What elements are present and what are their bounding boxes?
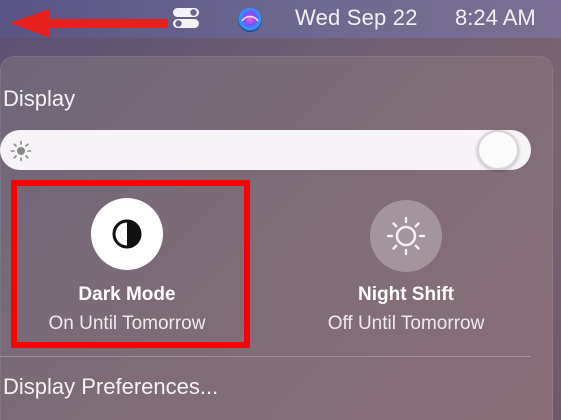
dark-mode-icon: [112, 219, 142, 249]
sun-icon: [10, 140, 32, 162]
menubar-time[interactable]: 8:24 AM: [455, 5, 536, 31]
dark-mode-toggle[interactable]: [91, 198, 163, 270]
brightness-slider-knob[interactable]: [477, 130, 519, 170]
dark-mode-title: Dark Mode: [78, 284, 176, 305]
night-shift-title: Night Shift: [357, 284, 455, 305]
night-shift-toggle[interactable]: [370, 200, 442, 272]
dark-mode-subtitle: On Until Tomorrow: [48, 313, 206, 334]
night-shift-icon: [386, 216, 426, 256]
divider: [0, 356, 531, 357]
display-preferences-link[interactable]: Display Preferences...: [3, 374, 218, 400]
night-shift-subtitle: Off Until Tomorrow: [327, 313, 485, 334]
brightness-slider[interactable]: [0, 130, 531, 170]
menubar-date[interactable]: Wed Sep 22: [295, 5, 418, 31]
siri-icon[interactable]: [236, 6, 264, 34]
section-title-display: Display: [3, 86, 76, 111]
control-center-icon[interactable]: [170, 6, 202, 30]
annotation-arrow: [10, 9, 168, 38]
